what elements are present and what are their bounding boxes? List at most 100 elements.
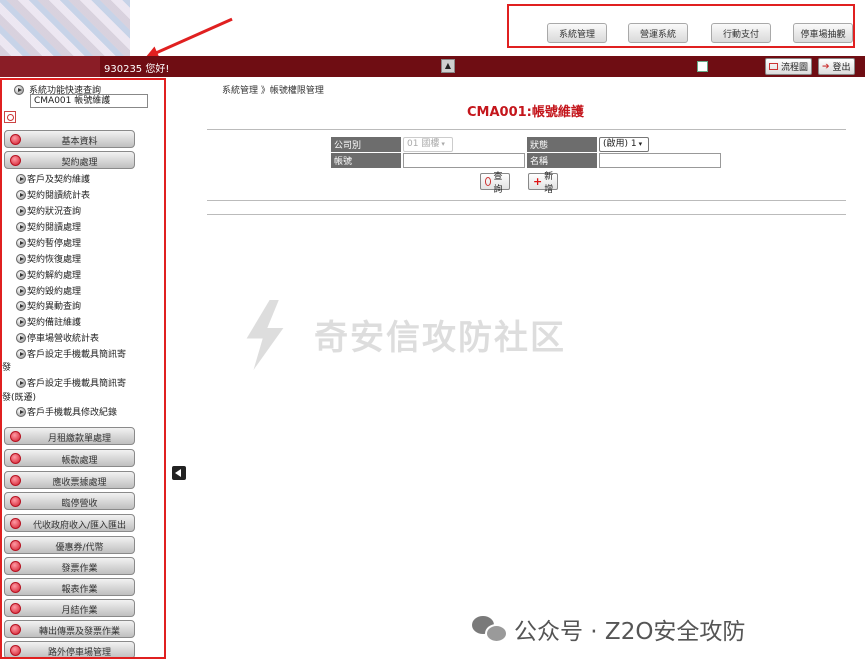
user-greeting: 930235 您好! [104,64,170,75]
quick-search-input[interactable]: CMA001 帳號維護 [30,94,148,108]
calendar-icon[interactable] [697,61,708,72]
status-select[interactable]: (啟用) 1 ▾ [599,137,649,152]
divider [207,129,846,130]
pin-icon [10,561,21,572]
menu-group-voucher-export[interactable]: 轉出傳票及發票作業 [4,620,135,638]
play-bullet-icon [16,316,26,327]
menu-group-basic-data[interactable]: 基本資料 [4,130,135,148]
name-label: 名稱 [527,153,597,168]
sidebar-item-wrap: 發 [2,363,12,373]
collapse-sidebar-button[interactable] [172,466,186,480]
sidebar-item-label: 契約恢復處理 [27,255,82,265]
top-nav-mobile-payment[interactable]: 行動支付 [711,23,771,43]
menu-group-government-income[interactable]: 代收政府收入/匯入匯出 [4,514,135,532]
menu-group-label: 基本資料 [61,137,98,147]
pin-icon [10,582,21,593]
pin-icon [10,475,21,486]
chevron-down-icon: ▾ [441,140,445,148]
plus-icon: + [533,174,543,188]
play-bullet-icon [16,221,26,232]
play-bullet-icon [16,300,26,311]
company-select-value: 01 國樓 [407,139,440,149]
play-bullet-icon [16,205,26,216]
top-nav-system-management[interactable]: 系統管理 [547,23,607,43]
add-label: 新增 [544,171,554,195]
menu-group-accounts[interactable]: 帳款處理 [4,449,135,467]
annotation-arrow [147,17,233,58]
sidebar-item[interactable]: 契約暫停處理 [16,236,81,249]
name-input[interactable] [599,153,721,168]
sidebar-item[interactable]: 契約解約處理 [16,268,81,281]
play-bullet-icon [16,406,26,417]
collapse-header-button[interactable]: ▲ [441,59,455,73]
play-bullet-icon [16,173,26,184]
menu-group-label: 月租繳款單處理 [47,434,111,444]
logout-button[interactable]: ➔ 登出 [818,58,855,75]
menu-group-label: 優惠券/代幣 [55,543,104,553]
top-nav-operations[interactable]: 營運系統 [628,23,688,43]
pin-icon [10,155,21,166]
pin-icon [10,624,21,635]
sidebar-item-label: 客戶設定手機載具簡訊寄 [27,350,127,360]
account-input[interactable] [403,153,525,168]
sidebar-item[interactable]: 客戶設定手機載具簡訊寄 [16,347,126,360]
sidebar-item-label: 契約解約處理 [27,271,82,281]
query-label: 查詢 [493,171,503,195]
sidebar-item[interactable]: 停車場營收統計表 [16,331,99,344]
menu-group-label: 報表作業 [61,585,98,595]
sidebar-item[interactable]: 契約狀況查詢 [16,204,81,217]
query-button[interactable]: 查詢 [480,172,511,195]
sidebar-item[interactable]: 契約備註維護 [16,315,81,328]
menu-group-monthly-close[interactable]: 月結作業 [4,599,135,617]
menu-group-monthly-bill[interactable]: 月租繳款單處理 [4,427,135,445]
menu-group-receivable-notes[interactable]: 應收票據處理 [4,471,135,489]
sidebar-item[interactable]: 客戶設定手機載具簡訊寄 [16,376,126,389]
watermark-text: 奇安信攻防社区 [314,317,566,358]
divider [207,214,846,215]
flow-chart-button[interactable]: 流程圖 [765,58,813,75]
menu-group-contract[interactable]: 契約處理 [4,151,135,169]
menu-group-reports[interactable]: 報表作業 [4,578,135,596]
sidebar-item[interactable]: 契約恢復處理 [16,252,81,265]
menu-group-label: 月結作業 [61,606,98,616]
search-icon[interactable] [4,111,16,123]
wechat-icon [472,616,508,643]
pin-icon [10,134,21,145]
sidebar-item-label: 停車場營收統計表 [27,334,100,344]
company-logo [0,0,130,56]
divider [207,200,846,201]
breadcrumb: 系統管理 》帳號權限管理 [222,86,324,96]
sidebar-item-label: 契約狀況查詢 [27,207,82,217]
sidebar-item[interactable]: 契約異動查詢 [16,299,81,312]
play-bullet-icon [16,377,26,388]
menu-group-offroad-parking[interactable]: 路外停車場管理 [4,641,135,657]
menu-group-label: 發票作業 [61,564,98,574]
watermark: 奇安信攻防社区 [232,290,566,378]
menu-group-invoice[interactable]: 發票作業 [4,557,135,575]
add-button[interactable]: + 新增 [528,172,559,195]
top-nav-parking-sampling[interactable]: 停車場抽觀 [793,23,853,43]
play-bullet-icon [16,285,26,296]
user-bar-left [0,56,100,77]
sidebar-item[interactable]: 契約毀約處理 [16,284,81,297]
status-label: 狀態 [527,137,597,152]
play-bullet-icon [16,269,26,280]
sidebar-item[interactable]: 客戶手機載具修改紀錄 [16,405,117,418]
sidebar-item-wrap: 發(既遷) [2,393,37,403]
sidebar-item[interactable]: 客戶及契約維護 [16,172,90,185]
menu-group-temporary-parking[interactable]: 臨停營收 [4,492,135,510]
pin-icon [10,453,21,464]
top-nav: 系統管理 營運系統 行動支付 停車場抽觀 [507,4,855,48]
lightning-logo-icon [232,290,298,378]
sidebar-item[interactable]: 契約閱讀統計表 [16,188,90,201]
account-label: 帳號 [331,153,401,168]
sidebar-item-label: 客戶設定手機載具簡訊寄 [27,379,127,389]
sidebar-item[interactable]: 契約閱讀處理 [16,220,81,233]
wechat-watermark: 公众号 · Z2O安全攻防 [472,612,745,646]
sidebar-item-label: 契約異動查詢 [27,302,82,312]
menu-group-coupons[interactable]: 優惠券/代幣 [4,536,135,554]
flow-chart-label: 流程圖 [781,63,809,73]
sidebar-item-label: 客戶手機載具修改紀錄 [27,408,118,418]
play-bullet-icon [16,332,26,343]
play-bullet-icon [16,189,26,200]
